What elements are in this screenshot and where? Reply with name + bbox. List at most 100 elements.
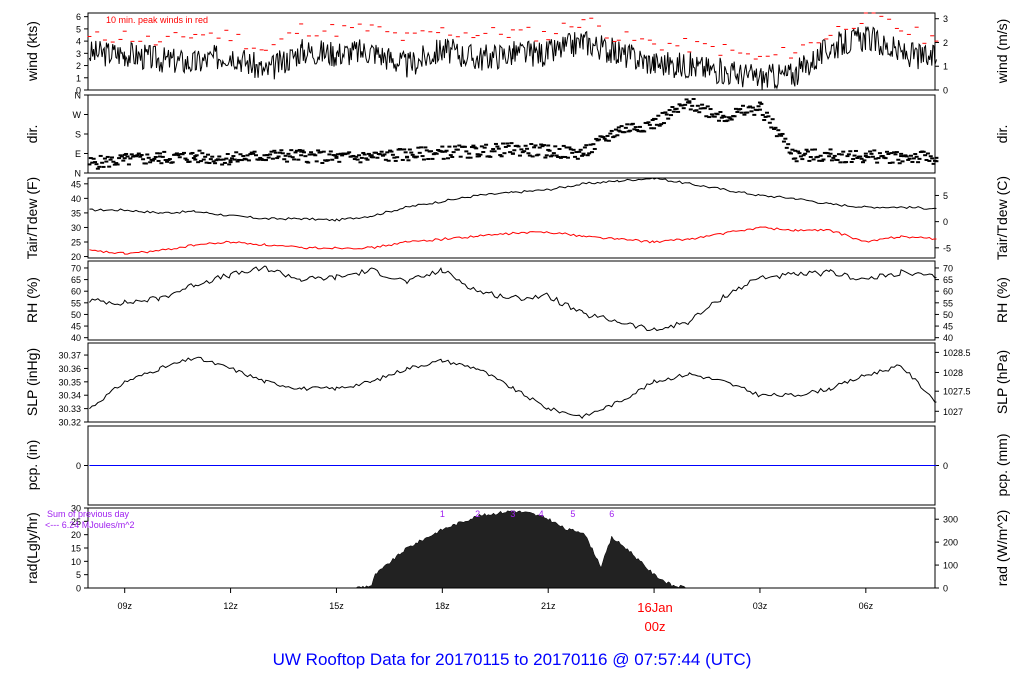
pcp-ylabel-right: pcp. (mm) xyxy=(994,433,1010,497)
rad-hour-mark: 6 xyxy=(609,509,614,519)
y2tick-label: 200 xyxy=(943,538,958,548)
ytick-label: 40 xyxy=(71,194,81,204)
y2tick-label: 45 xyxy=(943,322,953,332)
rh-line-rh xyxy=(89,265,937,332)
ytick-label: 55 xyxy=(71,298,81,308)
rad-hour-mark: 3 xyxy=(510,509,515,519)
ytick-label: 30.37 xyxy=(58,351,81,361)
panel-slp: 30.32 30.33 30.34 30.35 30.36 30.37 1027 1027.5… xyxy=(58,342,971,428)
rad-sum-note: Sum of previous day xyxy=(47,509,130,519)
panel-rad: 05101520253001002003001 2 3 4 5 6 xyxy=(71,504,958,594)
y2tick-label: -5 xyxy=(943,243,951,253)
xtick-label: 15z xyxy=(329,601,344,611)
y2tick-label: 55 xyxy=(943,298,953,308)
ytick-label: 30 xyxy=(71,223,81,233)
y2tick-label: 3 xyxy=(943,14,948,24)
y2tick-label: 1027.5 xyxy=(943,387,971,397)
ytick-label: 35 xyxy=(71,208,81,218)
ytick-label: 30.33 xyxy=(58,404,81,414)
y2tick-label: 2 xyxy=(943,38,948,48)
ytick-label: S xyxy=(75,130,81,140)
ytick-label: 3 xyxy=(76,49,81,59)
ytick-label: 15 xyxy=(71,544,81,554)
ytick-label: 5 xyxy=(76,24,81,34)
rh-ylabel-right: RH (%) xyxy=(994,277,1010,323)
xtick-label: 12z xyxy=(223,601,238,611)
wind-line-wind xyxy=(88,26,937,91)
dir-ylabel: dir. xyxy=(24,124,40,144)
y2tick-label: 40 xyxy=(943,333,953,343)
panel-rh: 4045505560657040455055606570 xyxy=(71,260,953,343)
wind-ylabel-right: wind (m/s) xyxy=(994,18,1010,84)
xtick-label: 06z xyxy=(859,601,874,611)
ytick-label: W xyxy=(73,110,82,120)
pcp-ylabel: pcp. (in) xyxy=(24,439,40,491)
dir-ylabel-right: dir. xyxy=(994,124,1010,144)
ytick-label: E xyxy=(75,149,81,159)
ytick-label: 65 xyxy=(71,275,81,285)
ytick-label: 0 xyxy=(76,584,81,594)
ytick-label: 25 xyxy=(71,238,81,248)
y2tick-label: 100 xyxy=(943,561,958,571)
temp-frame xyxy=(87,177,936,259)
slp-ylabel-right: SLP (hPa) xyxy=(994,349,1010,415)
weather-chart: 0123456012310 min. peak winds in redNESW… xyxy=(58,12,971,611)
rad-ylabel-right: rad (W/m^2) xyxy=(994,509,1010,587)
ytick-label: 20 xyxy=(71,530,81,540)
wind-annotation: 10 min. peak winds in red xyxy=(106,15,208,25)
ytick-label: 2 xyxy=(76,61,81,71)
y2tick-label: 0 xyxy=(943,461,948,471)
ytick-label: 4 xyxy=(76,37,81,47)
rad-hour-mark: 4 xyxy=(539,509,544,519)
xtick-label: 21z xyxy=(541,601,556,611)
y2tick-label: 65 xyxy=(943,275,953,285)
temp-line-Tdew xyxy=(89,226,937,255)
ytick-label: 20 xyxy=(71,252,81,262)
y2tick-label: 50 xyxy=(943,310,953,320)
ytick-label: 40 xyxy=(71,333,81,343)
ytick-label: 6 xyxy=(76,12,81,22)
ytick-label: 60 xyxy=(71,287,81,297)
ytick-label: N xyxy=(75,91,82,101)
panel-temp: 20 25 30 35 40 45 -5 0 5 xyxy=(71,177,951,262)
y2tick-label: 5 xyxy=(943,191,948,201)
y2tick-label: 0 xyxy=(943,584,948,594)
panel-dir: NESWN xyxy=(73,91,939,179)
y2tick-label: 0 xyxy=(943,86,948,96)
rad-hour-mark: 2 xyxy=(475,509,480,519)
y2tick-label: 1028.5 xyxy=(943,348,971,358)
y2tick-label: 70 xyxy=(943,263,953,273)
ytick-label: 30.36 xyxy=(58,364,81,374)
rad-area xyxy=(353,510,690,589)
ytick-label: 50 xyxy=(71,310,81,320)
rh-ylabel: RH (%) xyxy=(24,277,40,323)
panel-wind: 0123456012310 min. peak winds in red xyxy=(76,12,948,95)
ytick-label: 70 xyxy=(71,263,81,273)
xtick-label: 18z xyxy=(435,601,450,611)
midnight-label: 00z xyxy=(644,619,666,634)
temp-line-Tair xyxy=(89,177,937,222)
ytick-label: 30.34 xyxy=(58,391,81,401)
ytick-label: 1 xyxy=(76,73,81,83)
ytick-label: 30.32 xyxy=(58,418,81,428)
y2tick-label: 300 xyxy=(943,515,958,525)
ytick-label: 5 xyxy=(76,570,81,580)
ytick-label: 0 xyxy=(76,461,81,471)
y2tick-label: 0 xyxy=(943,217,948,227)
ytick-label: N xyxy=(75,169,82,179)
rad-hour-mark: 5 xyxy=(570,509,575,519)
panel-pcp: 00 xyxy=(76,425,948,506)
ytick-label: 45 xyxy=(71,179,81,189)
ytick-label: 10 xyxy=(71,557,81,567)
y2tick-label: 1027 xyxy=(943,407,963,417)
chart-title: UW Rooftop Data for 20170115 to 20170116… xyxy=(272,650,752,669)
rad-hour-mark: 1 xyxy=(440,509,445,519)
y2tick-label: 60 xyxy=(943,287,953,297)
ytick-label: 45 xyxy=(71,322,81,332)
slp-frame xyxy=(87,342,936,423)
xtick-label: 03z xyxy=(753,601,768,611)
ytick-label: 30.35 xyxy=(58,377,81,387)
date-label: 16Jan xyxy=(637,600,673,615)
wind-ylabel: wind (kts) xyxy=(24,21,40,81)
rad-sum-value: <--- 6.24 MJoules/m^2 xyxy=(45,520,135,530)
